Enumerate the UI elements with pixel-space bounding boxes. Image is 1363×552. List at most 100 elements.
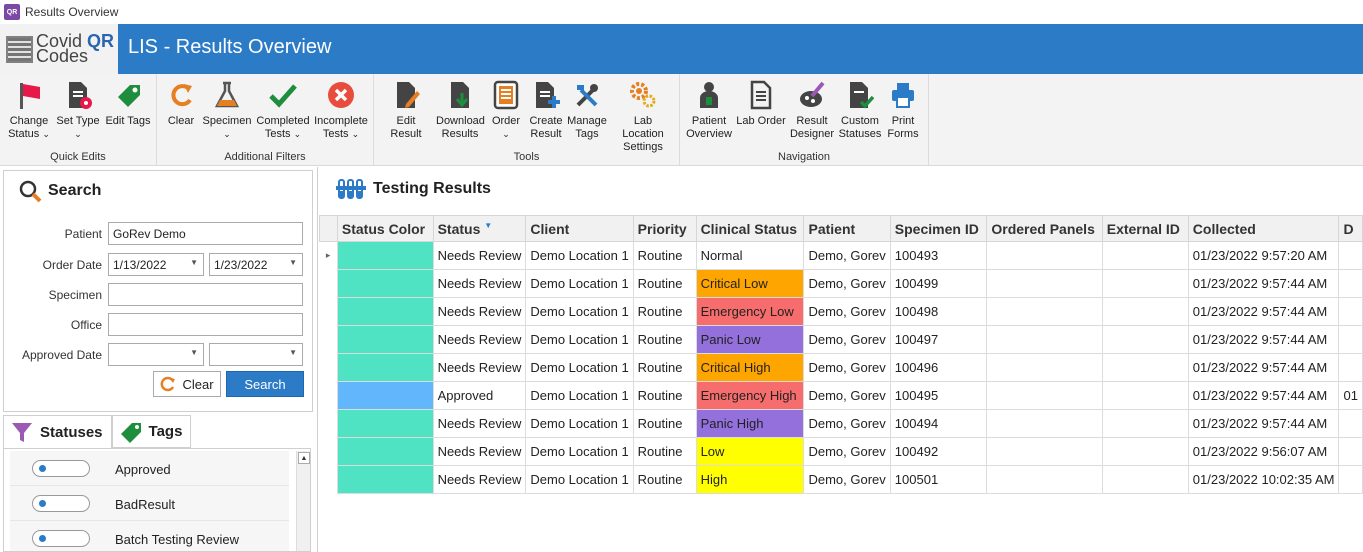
cell-status[interactable]: Needs Review — [432, 437, 527, 466]
column-header-clinical-status[interactable]: Clinical Status — [695, 215, 805, 242]
cell-external-id[interactable] — [1101, 465, 1189, 494]
row-selector[interactable] — [319, 381, 338, 410]
cell-collected[interactable]: 01/23/2022 9:57:44 AM — [1187, 325, 1340, 354]
cell-status[interactable]: Needs Review — [432, 465, 527, 494]
specimen-filter-button[interactable]: Specimen ⌄ — [202, 78, 252, 141]
edit-tags-button[interactable]: Edit Tags — [104, 78, 152, 128]
list-item[interactable]: Batch Testing Review — [10, 521, 289, 551]
cell-specimen-id[interactable]: 100495 — [889, 381, 988, 410]
cell-status-color[interactable] — [336, 465, 434, 494]
table-row[interactable]: Needs Review Demo Location 1 Routine Critic… — [319, 269, 1363, 298]
cell-priority[interactable]: Routine — [632, 381, 697, 410]
cell-priority[interactable]: Routine — [632, 409, 697, 438]
cell-patient[interactable]: Demo, Gorev — [803, 241, 891, 270]
cell-external-id[interactable] — [1101, 241, 1189, 270]
cell-specimen-id[interactable]: 100494 — [889, 409, 988, 438]
cell-priority[interactable]: Routine — [632, 353, 697, 382]
cell-external-id[interactable] — [1101, 297, 1189, 326]
cell-clinical-status[interactable]: Normal — [695, 241, 805, 270]
order-button[interactable]: Order ⌄ — [488, 78, 524, 141]
cell-status-color[interactable] — [336, 325, 434, 354]
change-status-button[interactable]: Change Status ⌄ — [7, 78, 51, 141]
status-toggle[interactable] — [32, 530, 90, 547]
cell-ordered-panels[interactable] — [986, 437, 1103, 466]
cell-specimen-id[interactable]: 100501 — [889, 465, 988, 494]
cell-priority[interactable]: Routine — [632, 437, 697, 466]
cell-status[interactable]: Needs Review — [432, 409, 527, 438]
set-type-button[interactable]: Set Type ⌄ — [55, 78, 101, 141]
column-header-status[interactable]: Status ▼ — [432, 215, 527, 242]
approved-date-from-picker[interactable]: ▼ — [108, 343, 204, 366]
status-list-scrollbar[interactable]: ▲ — [296, 451, 310, 551]
result-designer-button[interactable]: Result Designer — [788, 78, 836, 141]
cell-clinical-status[interactable]: Emergency High — [695, 381, 805, 410]
search-button[interactable]: Search — [226, 371, 304, 397]
row-selector[interactable] — [319, 465, 338, 494]
cell-client[interactable]: Demo Location 1 — [525, 325, 634, 354]
table-row[interactable]: Needs Review Demo Location 1 Routine High De… — [319, 465, 1363, 494]
cell-ordered-panels[interactable] — [986, 409, 1103, 438]
completed-tests-button[interactable]: Completed Tests ⌄ — [255, 78, 311, 141]
status-toggle[interactable] — [32, 495, 90, 512]
specimen-input[interactable] — [108, 283, 303, 306]
cell-external-id[interactable] — [1101, 269, 1189, 298]
lab-location-settings-button[interactable]: Lab Location Settings — [612, 78, 674, 154]
clear-filter-button[interactable]: Clear — [163, 78, 199, 128]
row-selector[interactable]: ▸ — [319, 241, 338, 270]
cell-priority[interactable]: Routine — [632, 241, 697, 270]
cell-status-color[interactable] — [336, 297, 434, 326]
cell-status-color[interactable] — [336, 437, 434, 466]
cell-client[interactable]: Demo Location 1 — [525, 241, 634, 270]
cell-clinical-status[interactable]: Critical Low — [695, 269, 805, 298]
cell-patient[interactable]: Demo, Gorev — [803, 269, 891, 298]
approved-date-to-picker[interactable]: ▼ — [209, 343, 303, 366]
cell-collected[interactable]: 01/23/2022 9:57:44 AM — [1187, 297, 1340, 326]
order-date-to-picker[interactable]: 1/23/2022 ▼ — [209, 253, 303, 276]
row-selector[interactable] — [319, 409, 338, 438]
cell-external-id[interactable] — [1101, 409, 1189, 438]
cell-external-id[interactable] — [1101, 353, 1189, 382]
scroll-up-arrow-icon[interactable]: ▲ — [298, 452, 310, 464]
cell-d[interactable] — [1338, 409, 1363, 438]
cell-clinical-status[interactable]: Emergency Low — [695, 297, 805, 326]
create-result-button[interactable]: Create Result — [527, 78, 565, 141]
table-row[interactable]: Needs Review Demo Location 1 Routine Critic… — [319, 353, 1363, 382]
cell-clinical-status[interactable]: Panic High — [695, 409, 805, 438]
table-row[interactable]: Needs Review Demo Location 1 Routine Emerge… — [319, 297, 1363, 326]
column-header-external-id[interactable]: External ID — [1101, 215, 1189, 242]
cell-patient[interactable]: Demo, Gorev — [803, 353, 891, 382]
cell-patient[interactable]: Demo, Gorev — [803, 409, 891, 438]
patient-input[interactable]: GoRev Demo — [108, 222, 303, 245]
column-header-patient[interactable]: Patient — [803, 215, 891, 242]
cell-priority[interactable]: Routine — [632, 269, 697, 298]
cell-status-color[interactable] — [336, 353, 434, 382]
incomplete-tests-button[interactable]: Incomplete Tests ⌄ — [313, 78, 369, 141]
order-date-from-picker[interactable]: 1/13/2022 ▼ — [108, 253, 204, 276]
cell-external-id[interactable] — [1101, 325, 1189, 354]
cell-collected[interactable]: 01/23/2022 9:57:44 AM — [1187, 409, 1340, 438]
cell-collected[interactable]: 01/23/2022 9:56:07 AM — [1187, 437, 1340, 466]
cell-clinical-status[interactable]: Panic Low — [695, 325, 805, 354]
column-header-status-color[interactable]: Status Color — [336, 215, 434, 242]
cell-d[interactable]: 01 — [1338, 381, 1363, 410]
cell-priority[interactable]: Routine — [632, 465, 697, 494]
cell-patient[interactable]: Demo, Gorev — [803, 437, 891, 466]
row-selector[interactable] — [319, 437, 338, 466]
table-row[interactable]: Needs Review Demo Location 1 Routine Low Dem… — [319, 437, 1363, 466]
column-header-specimen-id[interactable]: Specimen ID — [889, 215, 988, 242]
cell-collected[interactable]: 01/23/2022 9:57:44 AM — [1187, 353, 1340, 382]
cell-client[interactable]: Demo Location 1 — [525, 437, 634, 466]
list-item[interactable]: BadResult — [10, 486, 289, 521]
cell-priority[interactable]: Routine — [632, 325, 697, 354]
cell-d[interactable] — [1338, 241, 1363, 270]
row-selector[interactable] — [319, 325, 338, 354]
cell-patient[interactable]: Demo, Gorev — [803, 297, 891, 326]
cell-specimen-id[interactable]: 100496 — [889, 353, 988, 382]
cell-specimen-id[interactable]: 100493 — [889, 241, 988, 270]
cell-ordered-panels[interactable] — [986, 353, 1103, 382]
table-row[interactable]: Approved Demo Location 1 Routine Emergency … — [319, 381, 1363, 410]
tab-tags[interactable]: Tags — [111, 415, 192, 448]
cell-status[interactable]: Needs Review — [432, 325, 527, 354]
cell-status-color[interactable] — [336, 381, 434, 410]
download-results-button[interactable]: Download Results — [436, 78, 485, 141]
